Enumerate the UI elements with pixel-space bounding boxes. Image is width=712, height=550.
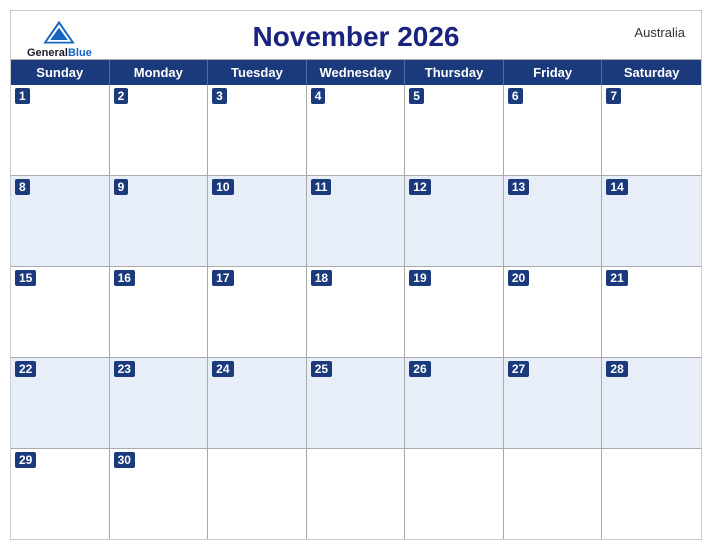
header-monday: Monday (110, 60, 209, 85)
day-number-21: 21 (606, 270, 627, 286)
day-headers-row: Sunday Monday Tuesday Wednesday Thursday… (11, 60, 701, 85)
calendar: General Blue November 2026 Australia Sun… (10, 10, 702, 540)
day-cell-23: 23 (110, 358, 209, 448)
day-cell-5: 5 (405, 85, 504, 175)
day-cell-12: 12 (405, 176, 504, 266)
day-cell-25: 25 (307, 358, 406, 448)
day-cell-10: 10 (208, 176, 307, 266)
calendar-header: General Blue November 2026 Australia (11, 11, 701, 59)
day-number-1: 1 (15, 88, 30, 104)
day-number-6: 6 (508, 88, 523, 104)
day-cell-28: 28 (602, 358, 701, 448)
header-sunday: Sunday (11, 60, 110, 85)
day-cell-empty-3 (307, 449, 406, 539)
day-cell-9: 9 (110, 176, 209, 266)
day-number-13: 13 (508, 179, 529, 195)
day-cell-4: 4 (307, 85, 406, 175)
header-friday: Friday (504, 60, 603, 85)
day-cell-1: 1 (11, 85, 110, 175)
day-cell-3: 3 (208, 85, 307, 175)
day-number-12: 12 (409, 179, 430, 195)
day-cell-27: 27 (504, 358, 603, 448)
logo-blue-text: Blue (68, 47, 92, 59)
day-number-23: 23 (114, 361, 135, 377)
header-wednesday: Wednesday (307, 60, 406, 85)
day-number-15: 15 (15, 270, 36, 286)
day-number-25: 25 (311, 361, 332, 377)
day-cell-15: 15 (11, 267, 110, 357)
header-tuesday: Tuesday (208, 60, 307, 85)
day-cell-8: 8 (11, 176, 110, 266)
day-cell-empty-4 (405, 449, 504, 539)
day-cell-13: 13 (504, 176, 603, 266)
week-row-3: 15 16 17 18 19 20 21 (11, 267, 701, 358)
day-number-4: 4 (311, 88, 326, 104)
day-cell-14: 14 (602, 176, 701, 266)
day-number-26: 26 (409, 361, 430, 377)
day-number-24: 24 (212, 361, 233, 377)
day-number-11: 11 (311, 179, 332, 195)
calendar-grid: Sunday Monday Tuesday Wednesday Thursday… (11, 59, 701, 539)
week-row-5: 29 30 (11, 449, 701, 539)
day-number-30: 30 (114, 452, 135, 468)
day-number-8: 8 (15, 179, 30, 195)
day-cell-empty-2 (208, 449, 307, 539)
week-row-1: 1 2 3 4 5 6 7 (11, 85, 701, 176)
day-cell-30: 30 (110, 449, 209, 539)
day-cell-22: 22 (11, 358, 110, 448)
day-number-16: 16 (114, 270, 135, 286)
day-cell-18: 18 (307, 267, 406, 357)
day-cell-26: 26 (405, 358, 504, 448)
day-number-20: 20 (508, 270, 529, 286)
day-cell-29: 29 (11, 449, 110, 539)
day-cell-17: 17 (208, 267, 307, 357)
day-cell-16: 16 (110, 267, 209, 357)
day-number-27: 27 (508, 361, 529, 377)
day-number-5: 5 (409, 88, 424, 104)
day-number-10: 10 (212, 179, 233, 195)
week-row-2: 8 9 10 11 12 13 14 (11, 176, 701, 267)
day-cell-empty-6 (602, 449, 701, 539)
day-cell-empty-5 (504, 449, 603, 539)
weeks-container: 1234567891011121314151617181920212223242… (11, 85, 701, 539)
day-number-9: 9 (114, 179, 129, 195)
logo-general-text: General (27, 47, 68, 59)
day-cell-11: 11 (307, 176, 406, 266)
day-number-14: 14 (606, 179, 627, 195)
calendar-title: November 2026 (252, 21, 459, 53)
header-thursday: Thursday (405, 60, 504, 85)
logo: General Blue (27, 19, 92, 59)
day-cell-21: 21 (602, 267, 701, 357)
day-cell-7: 7 (602, 85, 701, 175)
day-number-3: 3 (212, 88, 227, 104)
day-number-22: 22 (15, 361, 36, 377)
day-number-17: 17 (212, 270, 233, 286)
day-number-7: 7 (606, 88, 621, 104)
country-label: Australia (634, 25, 685, 40)
day-number-29: 29 (15, 452, 36, 468)
day-number-19: 19 (409, 270, 430, 286)
logo-icon (41, 19, 77, 47)
day-cell-20: 20 (504, 267, 603, 357)
day-cell-24: 24 (208, 358, 307, 448)
day-cell-6: 6 (504, 85, 603, 175)
day-number-2: 2 (114, 88, 129, 104)
day-number-18: 18 (311, 270, 332, 286)
day-number-28: 28 (606, 361, 627, 377)
day-cell-2: 2 (110, 85, 209, 175)
week-row-4: 22 23 24 25 26 27 28 (11, 358, 701, 449)
header-saturday: Saturday (602, 60, 701, 85)
day-cell-19: 19 (405, 267, 504, 357)
